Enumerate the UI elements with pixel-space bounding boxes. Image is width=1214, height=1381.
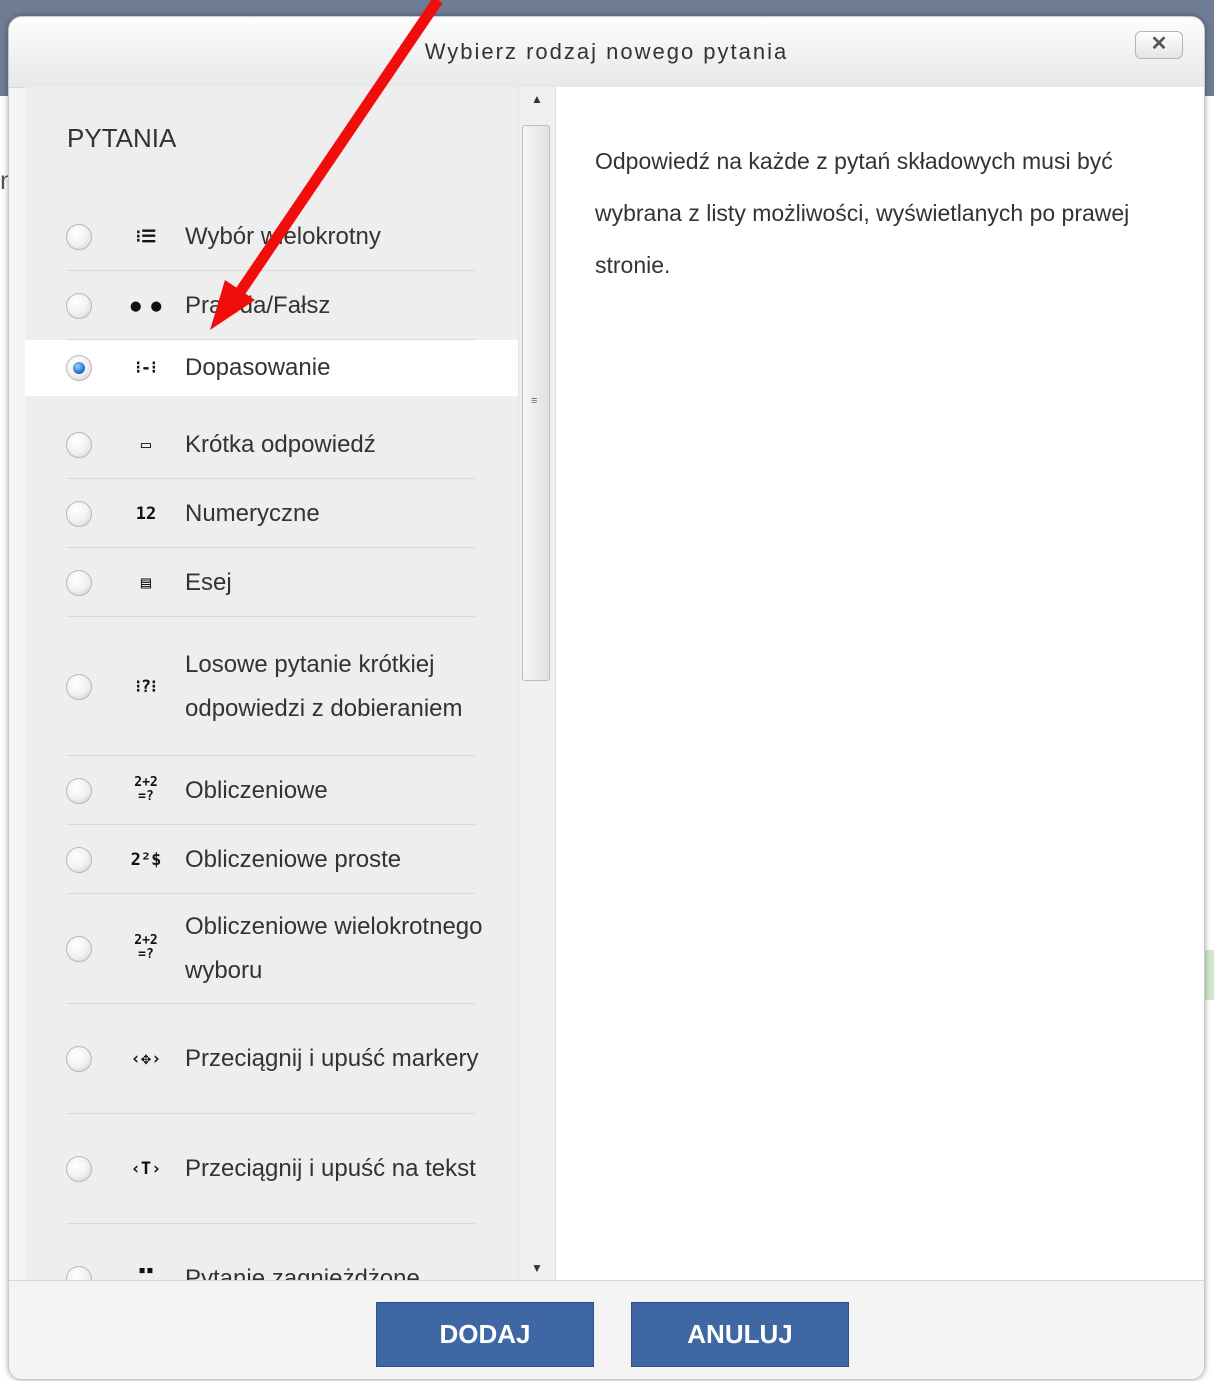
question-option-label: Losowe pytanie krótkiej odpowiedzi z dob… (185, 650, 463, 722)
question-type-description: Odpowiedź na każde z pytań składowych mu… (595, 148, 1130, 278)
section-header: PYTANIA (67, 123, 177, 153)
question-option-row[interactable]: 2+2 =? Obliczeniowe wielokrotnego wyboru (25, 894, 518, 1004)
close-button[interactable]: ✕ (1135, 31, 1183, 59)
multichoice-icon: ⁝☰ (135, 226, 157, 247)
question-option-radio[interactable] (66, 292, 92, 319)
question-option-label: Numeryczne (185, 499, 320, 527)
add-button[interactable]: DODAJ (376, 1302, 594, 1367)
question-option-label: Obliczeniowe (185, 776, 328, 804)
essay-icon: ▤ (140, 572, 152, 593)
question-option-radio[interactable] (66, 500, 92, 527)
question-option-row[interactable]: ▤ Esej (25, 548, 518, 617)
question-option-radio[interactable] (66, 1156, 92, 1182)
question-option-label: Prawda/Fałsz (185, 291, 331, 319)
dialog-footer: DODAJ ANULUJ (9, 1280, 1204, 1379)
scroll-grip-icon: ≡ (531, 395, 538, 407)
question-option-label: Obliczeniowe wielokrotnego wyboru (185, 913, 483, 984)
dialog-header: Wybierz rodzaj nowego pytania ✕ (9, 17, 1204, 88)
question-options-pane: PYTANIA ⁝☰ Wybór wielokrotny ● ● Prawda/Fał… (25, 87, 518, 1280)
question-type-dialog: Wybierz rodzaj nowego pytania ✕ PYTANIA … (8, 16, 1205, 1380)
multianswer-icon: ▪▪ ▬▬ (138, 1263, 154, 1281)
question-option-row[interactable]: ▪▪ ▬▬ Pytanie zagnieżdżone (25, 1224, 518, 1280)
question-option-row[interactable]: ⁝-⁝ Dopasowanie (25, 340, 518, 396)
shortanswer-icon: ▭ (140, 434, 152, 455)
question-option-radio[interactable] (66, 431, 92, 458)
scroll-down-arrow[interactable]: ▼ (519, 1256, 555, 1280)
ddmarker-icon: ‹✥› (130, 1049, 162, 1069)
question-option-label: Krótka odpowiedź (185, 430, 376, 458)
question-option-row[interactable]: ⁝?⁝ Losowe pytanie krótkiej odpowiedzi z … (25, 617, 518, 756)
question-option-label: Wybór wielokrotny (185, 222, 381, 250)
question-option-radio[interactable] (66, 673, 92, 700)
ddwtos-icon: ‹T› (130, 1159, 162, 1179)
options-scrollbar[interactable]: ▲ ≡ ▼ (518, 87, 555, 1280)
description-pane: Odpowiedź na każde z pytań składowych mu… (555, 87, 1204, 1280)
question-option-row[interactable]: ‹✥› Przeciągnij i upuść markery (25, 1004, 518, 1114)
question-option-row[interactable]: 12 Numeryczne (25, 479, 518, 548)
match-icon: ⁝-⁝ (135, 358, 157, 378)
question-option-label: Dopasowanie (185, 354, 331, 381)
cancel-button[interactable]: ANULUJ (631, 1302, 849, 1367)
question-option-row[interactable]: 2+2 =? Obliczeniowe (25, 756, 518, 825)
question-option-radio[interactable] (66, 936, 92, 962)
question-option-label: Esej (185, 568, 232, 596)
question-option-radio[interactable] (66, 223, 92, 250)
question-option-radio[interactable] (66, 569, 92, 596)
scroll-thumb[interactable]: ≡ (522, 125, 550, 681)
question-option-radio[interactable] (66, 1266, 92, 1280)
dialog-title: Wybierz rodzaj nowego pytania (424, 39, 789, 64)
calculated-icon: 2+2 =? (134, 774, 158, 804)
question-option-radio[interactable] (66, 846, 92, 873)
calculatedmulti-icon: 2+2 =? (134, 933, 158, 962)
randomsamatch-icon: ⁝?⁝ (135, 676, 157, 697)
question-option-radio[interactable] (66, 1046, 92, 1072)
truefalse-icon: ● ● (130, 295, 162, 316)
question-option-label: Obliczeniowe proste (185, 845, 402, 873)
question-option-label: Przeciągnij i upuść na tekst (185, 1155, 476, 1182)
question-option-row[interactable]: ‹T› Przeciągnij i upuść na tekst (25, 1114, 518, 1224)
scroll-up-arrow[interactable]: ▲ (519, 87, 555, 111)
calculatedsimple-icon: 2²$ (130, 849, 162, 870)
question-option-row[interactable]: ● ● Prawda/Fałsz (25, 271, 518, 340)
question-option-label: Przeciągnij i upuść markery (185, 1045, 479, 1072)
question-option-row[interactable]: 2²$ Obliczeniowe proste (25, 825, 518, 894)
question-option-radio[interactable] (66, 355, 92, 381)
question-option-row[interactable]: ⁝☰ Wybór wielokrotny (25, 202, 518, 271)
question-option-label: Pytanie zagnieżdżone (185, 1265, 420, 1280)
question-option-radio[interactable] (66, 777, 92, 804)
question-option-row[interactable]: ▭ Krótka odpowiedź (25, 410, 518, 479)
numerical-icon: 12 (135, 503, 157, 524)
